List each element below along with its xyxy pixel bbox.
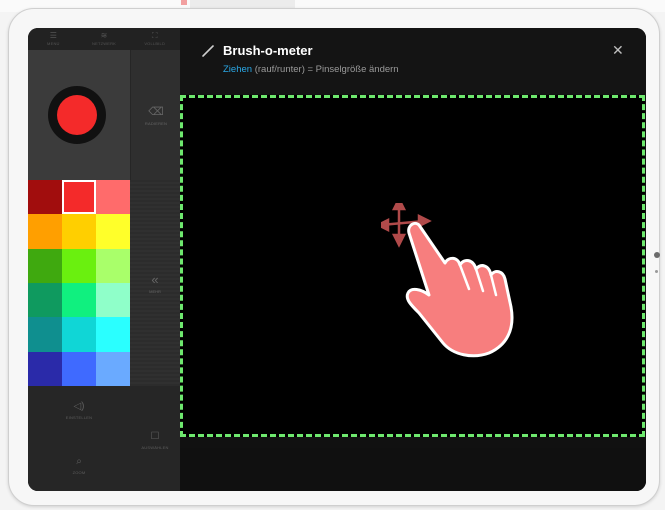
color-swatch[interactable] [28, 317, 62, 352]
hint-rest: (rauf/runter) = Pinselgröße ändern [254, 64, 399, 75]
color-swatch[interactable] [96, 351, 130, 386]
select-button[interactable]: ☐ AUSWÄHLEN [130, 416, 180, 466]
color-swatch[interactable] [28, 248, 62, 283]
brush-preview[interactable] [28, 50, 130, 180]
color-swatch[interactable] [96, 214, 130, 249]
close-icon[interactable]: ✕ [612, 43, 624, 57]
sidebar-bottom: ◁) EINSTELLEN ☐ AUSWÄHLEN ⌕ ZOOM [28, 386, 180, 491]
color-swatch[interactable] [62, 282, 96, 318]
brush-ring [48, 86, 106, 144]
more-label: MEHR [149, 288, 161, 294]
background-mark [181, 0, 187, 5]
sidebar-topbar: ☰ MENÜ ≋ NETZWERK ⛶ VOLLBILD [28, 28, 180, 50]
square-icon: ☐ [150, 431, 160, 442]
more-colors-button[interactable]: « MEHR [130, 180, 180, 386]
hint-action: Ziehen [223, 64, 253, 75]
panel-bottom-strip [180, 448, 646, 491]
panel-header: Brush-o-meter ✕ Ziehen (rauf/runter) = P… [180, 28, 646, 94]
menu-label: MENÜ [47, 41, 60, 46]
sensor-dot [655, 270, 658, 273]
color-swatch[interactable] [96, 317, 130, 352]
eraser-button[interactable]: ⌫ RADIEREN [130, 50, 181, 180]
background-bar [190, 0, 295, 8]
menu-button[interactable]: ☰ MENÜ [28, 28, 79, 50]
pencil-icon [202, 45, 214, 57]
hint-text: Ziehen (rauf/runter) = Pinselgröße änder… [223, 64, 399, 75]
sidebar: ☰ MENÜ ≋ NETZWERK ⛶ VOLLBILD ⌫ RADIEREN … [28, 28, 181, 491]
color-swatch[interactable] [28, 180, 62, 215]
color-swatch[interactable] [62, 180, 96, 215]
drag-gesture-icon [381, 203, 514, 358]
color-swatch[interactable] [96, 282, 130, 318]
color-swatch[interactable] [62, 351, 96, 386]
panel-title: Brush-o-meter [223, 43, 313, 58]
camera-dot [654, 252, 660, 258]
speaker-icon: ◁) [73, 401, 85, 412]
network-label: NETZWERK [91, 41, 117, 46]
fullscreen-button[interactable]: ⛶ VOLLBILD [129, 28, 180, 50]
zoom-label: ZOOM [72, 470, 86, 475]
eraser-label: RADIEREN [144, 120, 168, 126]
brush-size-drag-area[interactable] [180, 95, 645, 437]
color-swatch[interactable] [62, 214, 96, 249]
magnifier-icon: ⌕ [76, 456, 82, 467]
color-swatch[interactable] [96, 180, 130, 215]
brush-o-meter-panel: Brush-o-meter ✕ Ziehen (rauf/runter) = P… [180, 28, 646, 491]
color-swatch[interactable] [96, 248, 130, 283]
color-swatch[interactable] [62, 248, 96, 283]
select-label: AUSWÄHLEN [141, 445, 169, 450]
color-swatch[interactable] [62, 317, 96, 352]
color-swatch[interactable] [28, 282, 62, 318]
tablet-screen: ☰ MENÜ ≋ NETZWERK ⛶ VOLLBILD ⌫ RADIEREN … [28, 28, 646, 491]
settings-label: EINSTELLEN [65, 415, 93, 420]
settings-button[interactable]: ◁) EINSTELLEN [28, 386, 130, 436]
color-swatch[interactable] [28, 214, 62, 249]
network-button[interactable]: ≋ NETZWERK [79, 28, 130, 50]
fullscreen-icon: ⛶ [151, 31, 158, 40]
menu-icon: ☰ [49, 31, 57, 40]
color-palette [28, 180, 130, 386]
chevron-left-icon: « [151, 271, 159, 287]
eraser-icon: ⌫ [148, 105, 164, 118]
color-swatch[interactable] [28, 351, 62, 386]
brush-color-dot [57, 95, 97, 135]
zoom-button[interactable]: ⌕ ZOOM [28, 441, 130, 491]
network-icon: ≋ [100, 31, 108, 40]
fullscreen-label: VOLLBILD [144, 41, 166, 46]
